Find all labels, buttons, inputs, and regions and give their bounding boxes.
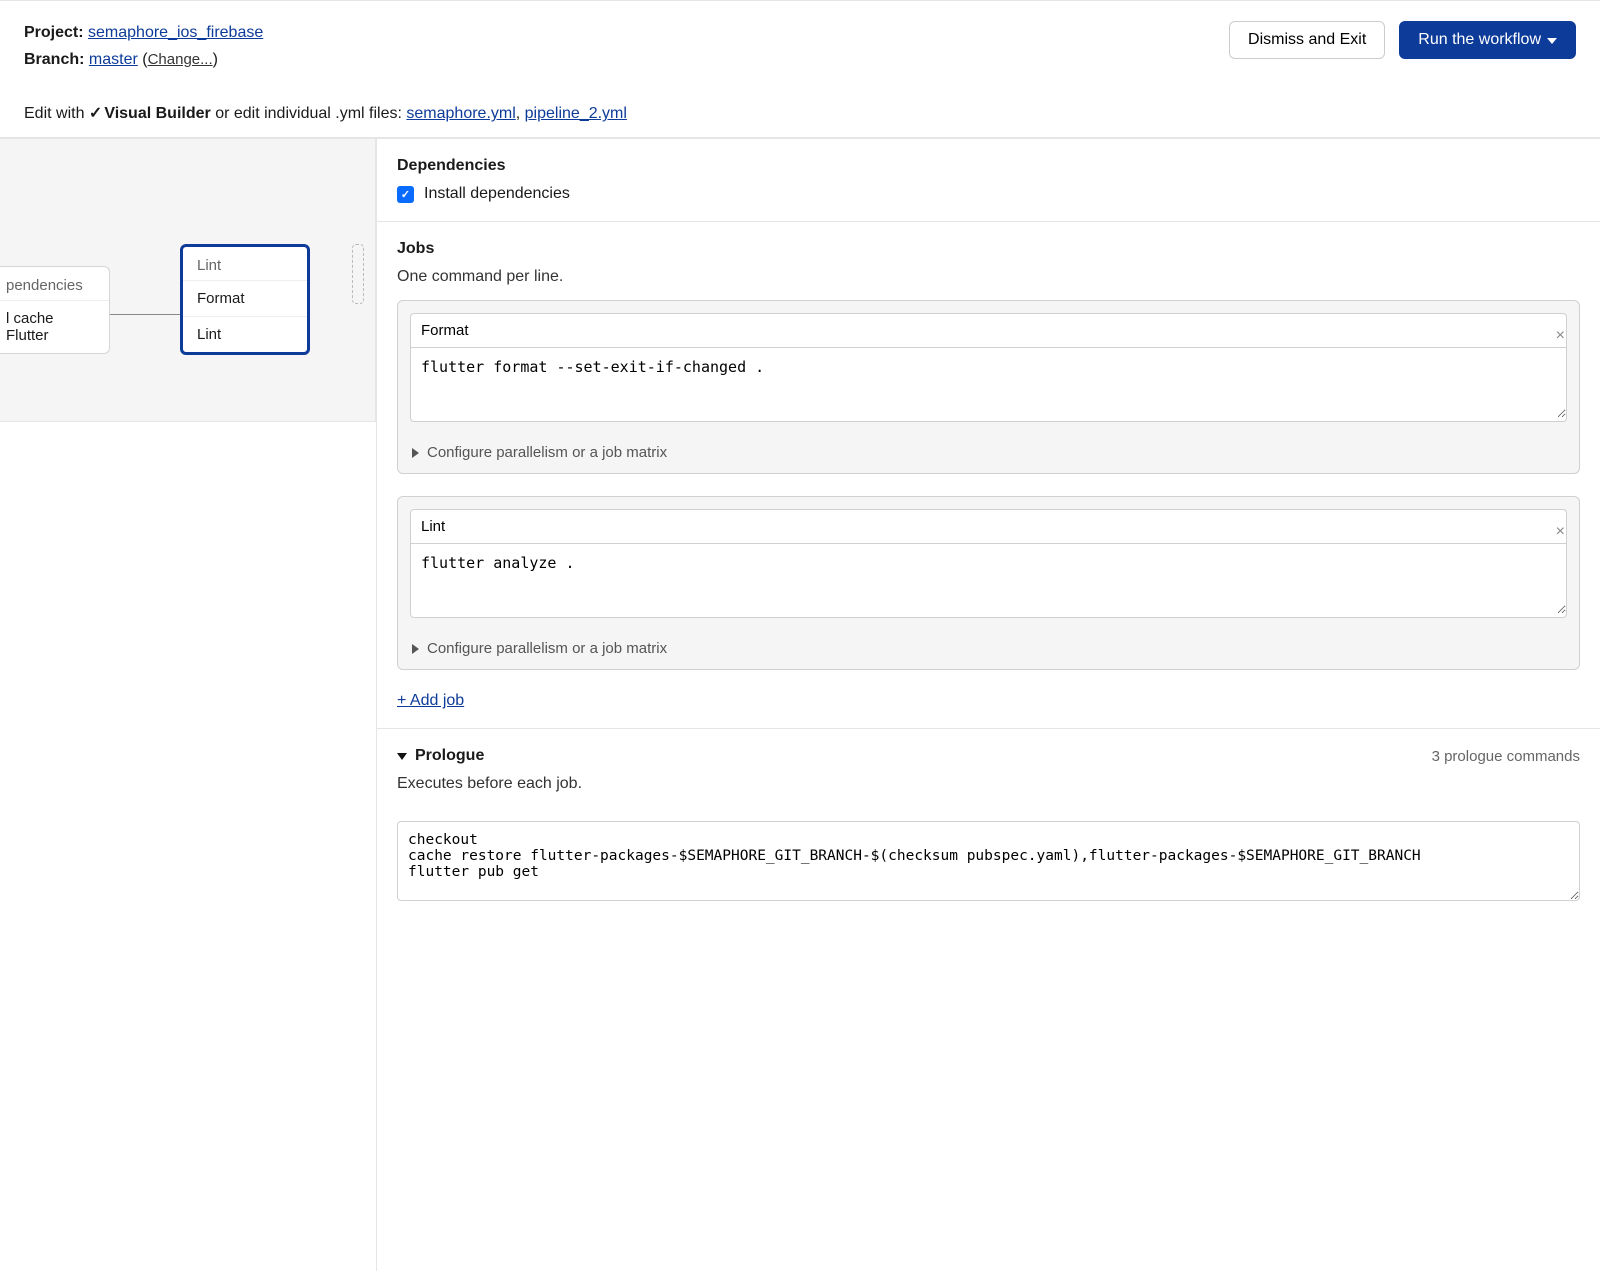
add-job-link[interactable]: + Add job: [397, 692, 464, 709]
pipeline-connector: [110, 314, 180, 315]
pipeline-block-header: pendencies: [0, 267, 109, 300]
pipeline-block-job: Lint: [183, 316, 307, 352]
yml-file-link-2[interactable]: pipeline_2.yml: [525, 105, 627, 122]
job-card: × Configure parallelism or a job matrix: [397, 496, 1580, 670]
run-workflow-button[interactable]: Run the workflow: [1399, 21, 1576, 59]
jobs-title: Jobs: [397, 240, 1580, 258]
chevron-right-icon: [412, 644, 419, 654]
prologue-count: 3 prologue commands: [1432, 748, 1580, 765]
check-icon: [89, 105, 104, 122]
prologue-commands-input[interactable]: [397, 821, 1580, 901]
chevron-right-icon: [412, 448, 419, 458]
dependency-label: Install dependencies: [424, 185, 570, 203]
run-workflow-label: Run the workflow: [1418, 31, 1541, 49]
dependency-checkbox-row[interactable]: ✓ Install dependencies: [397, 185, 1580, 203]
branch-label: Branch:: [24, 51, 84, 68]
change-branch-link[interactable]: Change...: [148, 51, 213, 68]
remove-job-button[interactable]: ×: [1552, 323, 1569, 349]
yml-file-link-1[interactable]: semaphore.yml: [406, 105, 515, 122]
job-commands-input[interactable]: [411, 348, 1566, 418]
block-editor-panel: Dependencies ✓ Install dependencies Jobs…: [376, 139, 1600, 1271]
configure-parallelism-toggle[interactable]: Configure parallelism or a job matrix: [398, 630, 1579, 669]
configure-parallelism-toggle[interactable]: Configure parallelism or a job matrix: [398, 434, 1579, 473]
branch-name-link[interactable]: master: [89, 51, 138, 68]
project-label: Project:: [24, 24, 84, 41]
chevron-down-icon: [1547, 38, 1557, 44]
pipeline-block-dependencies[interactable]: pendencies l cache Flutter: [0, 266, 110, 354]
edit-bar: Edit with Visual Builder or edit individ…: [24, 91, 1576, 137]
dependencies-title: Dependencies: [397, 157, 1580, 175]
project-meta: Project: semaphore_ios_firebase Branch: …: [24, 19, 263, 73]
jobs-subtitle: One command per line.: [397, 268, 1580, 286]
job-name-input[interactable]: [411, 510, 1566, 544]
pipeline-canvas[interactable]: pendencies l cache Flutter Lint Format L…: [0, 139, 376, 422]
visual-builder-label: Visual Builder: [104, 105, 210, 122]
project-name-link[interactable]: semaphore_ios_firebase: [88, 24, 263, 41]
job-card: × Configure parallelism or a job matrix: [397, 300, 1580, 474]
pipeline-block-job: Format: [183, 280, 307, 316]
checkbox-checked-icon: ✓: [397, 186, 414, 203]
dismiss-button[interactable]: Dismiss and Exit: [1229, 21, 1385, 59]
remove-job-button[interactable]: ×: [1552, 519, 1569, 545]
prologue-subtitle: Executes before each job.: [397, 775, 1580, 793]
job-commands-input[interactable]: [411, 544, 1566, 614]
pipeline-block-lint-selected[interactable]: Lint Format Lint: [180, 244, 310, 355]
pipeline-placeholder[interactable]: [352, 244, 364, 304]
job-name-input[interactable]: [411, 314, 1566, 348]
pipeline-block-job: l cache Flutter: [0, 300, 109, 353]
chevron-down-icon[interactable]: [397, 753, 407, 760]
pipeline-block-header: Lint: [183, 247, 307, 280]
prologue-title: Prologue: [415, 747, 484, 765]
